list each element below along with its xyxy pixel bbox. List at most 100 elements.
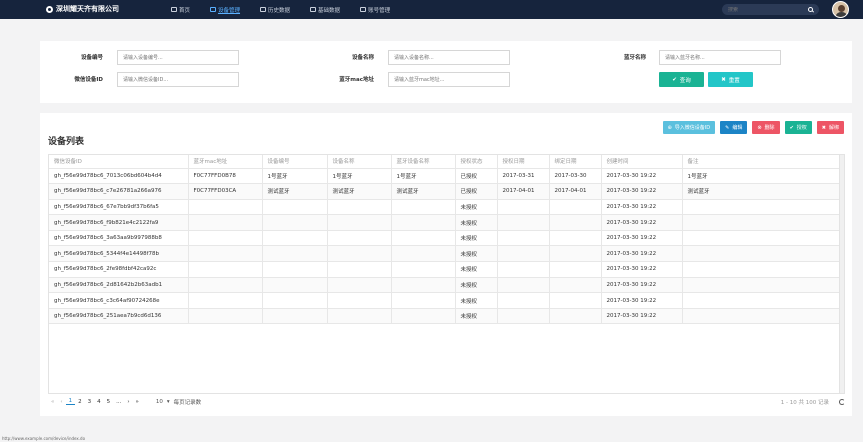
table-row[interactable]: gh_f56e99d78bc6_251aea7b9cd6d136 未授权 2017-… bbox=[49, 308, 843, 325]
table-cell bbox=[391, 214, 456, 231]
authorize-button[interactable]: ✔ 授权 bbox=[784, 121, 812, 134]
close-icon: ✖ bbox=[721, 76, 726, 83]
column-header[interactable]: 微信设备ID bbox=[49, 155, 189, 169]
table-cell: 2017-03-30 19:22 bbox=[601, 261, 683, 278]
reset-button[interactable]: ✖ 重置 bbox=[708, 72, 753, 87]
device-no-label: 设备编号 bbox=[80, 55, 103, 61]
table-row[interactable]: gh_f56e99d78bc6_2d81642b2b63adb1 未授权 2017-… bbox=[49, 277, 843, 294]
delete-button[interactable]: ⊗ 删除 bbox=[752, 121, 780, 134]
page-2[interactable]: 2 bbox=[75, 399, 85, 405]
status-bar-url: http://www.example.com/device/index.do bbox=[0, 436, 140, 442]
table-cell: gh_f56e99d78bc6_c3c64af90724268e bbox=[49, 292, 189, 309]
query-button[interactable]: ✔ 查询 bbox=[659, 72, 704, 87]
device-no-input[interactable] bbox=[117, 50, 239, 65]
nav-item-device[interactable]: 设备管理 bbox=[200, 0, 250, 19]
table-cell bbox=[188, 230, 263, 247]
column-header[interactable]: 授权日期 bbox=[497, 155, 550, 169]
page-3[interactable]: 3 bbox=[85, 399, 95, 405]
page-size-select[interactable]: 10 ▾ 每页记录数 bbox=[156, 398, 201, 406]
table-cell bbox=[682, 214, 843, 231]
column-header[interactable]: 授权状态 bbox=[455, 155, 498, 169]
table-cell: 2017-03-31 bbox=[497, 168, 550, 185]
column-header[interactable]: 创建时间 bbox=[601, 155, 683, 169]
search-input[interactable] bbox=[728, 6, 798, 13]
table-cell: 未授权 bbox=[455, 214, 498, 231]
nav-item-basic-data[interactable]: 基础数据 bbox=[300, 0, 350, 19]
table-row[interactable]: gh_f56e99d78bc6_2fe98fdbf42ca92c 未授权 2017-… bbox=[49, 261, 843, 278]
column-header[interactable]: 绑定日期 bbox=[549, 155, 602, 169]
table-cell: gh_f56e99d78bc6_5344f4e14498f78b bbox=[49, 245, 189, 263]
table-cell bbox=[327, 214, 392, 231]
table-cell bbox=[262, 277, 328, 294]
table-cell: 未授权 bbox=[455, 199, 498, 216]
table-cell: 测试蓝牙 bbox=[262, 183, 328, 200]
table-cell bbox=[682, 199, 843, 216]
table-row[interactable]: gh_f56e99d78bc6_f9b821e4c2122fa9 未授权 2017-… bbox=[49, 214, 843, 231]
table-cell: 2017-03-30 19:22 bbox=[601, 168, 683, 185]
table-cell bbox=[262, 245, 328, 263]
table-cell: 测试蓝牙 bbox=[682, 183, 843, 200]
wx-device-input[interactable] bbox=[117, 72, 239, 87]
table-cell bbox=[391, 199, 456, 216]
unbind-button[interactable]: ✖ 解绑 bbox=[816, 121, 844, 134]
prev-page-button[interactable]: ‹ bbox=[57, 399, 65, 405]
column-header[interactable]: 蓝牙设备名称 bbox=[391, 155, 456, 169]
column-header[interactable]: 蓝牙mac地址 bbox=[188, 155, 263, 169]
page-size-label: 每页记录数 bbox=[173, 399, 202, 406]
table-cell bbox=[497, 277, 550, 294]
table-cell: 未授权 bbox=[455, 292, 498, 309]
delete-icon: ⊗ bbox=[757, 124, 762, 131]
page-4[interactable]: 4 bbox=[94, 399, 104, 405]
table-cell: 2017-04-01 bbox=[497, 183, 550, 200]
refresh-icon[interactable] bbox=[839, 398, 845, 405]
table-row[interactable]: gh_f56e99d78bc6_c3c64af90724268e 未授权 2017-… bbox=[49, 292, 843, 309]
list-icon bbox=[310, 7, 317, 12]
table-cell bbox=[327, 230, 392, 247]
nav-item-history[interactable]: 历史数据 bbox=[250, 0, 300, 19]
next-page-button[interactable]: › bbox=[124, 399, 132, 405]
column-header[interactable]: 备注 bbox=[682, 155, 843, 169]
nav-label: 账号管理 bbox=[368, 7, 391, 14]
table-row[interactable]: gh_f56e99d78bc6_c7e26781a266a976 F0C77FFD… bbox=[49, 183, 843, 200]
brand[interactable]: 深圳耀天齐有限公司 bbox=[46, 4, 119, 14]
search-icon[interactable] bbox=[808, 7, 813, 12]
table-cell: 1号蓝牙 bbox=[262, 168, 328, 185]
table-row[interactable]: gh_f56e99d78bc6_67e7bb9df37b6fa5 未授权 2017-… bbox=[49, 199, 843, 216]
last-page-button[interactable]: » bbox=[133, 399, 142, 405]
page-1[interactable]: 1 bbox=[65, 398, 76, 405]
unbind-label: 解绑 bbox=[828, 125, 839, 131]
column-header[interactable]: 设备编号 bbox=[262, 155, 328, 169]
vertical-scrollbar[interactable] bbox=[839, 155, 844, 393]
first-page-button[interactable]: « bbox=[48, 399, 57, 405]
bt-mac-input[interactable] bbox=[388, 72, 510, 87]
table-cell: 1号蓝牙 bbox=[682, 168, 843, 185]
table-row[interactable]: gh_f56e99d78bc6_5344f4e14498f78b 未授权 2017-… bbox=[49, 245, 843, 263]
table-row[interactable]: gh_f56e99d78bc6_3a63aa9b997988b8 未授权 2017-… bbox=[49, 230, 843, 247]
table-cell bbox=[327, 245, 392, 263]
page-5[interactable]: 5 bbox=[104, 399, 114, 405]
table-cell: 测试蓝牙 bbox=[327, 183, 392, 200]
bt-name-input[interactable] bbox=[659, 50, 781, 65]
reset-label: 重置 bbox=[728, 77, 740, 84]
table-cell: 已授权 bbox=[455, 168, 498, 185]
device-name-input[interactable] bbox=[388, 50, 510, 65]
table-cell bbox=[549, 292, 602, 309]
nav-label: 历史数据 bbox=[268, 7, 291, 14]
table-cell bbox=[262, 308, 328, 325]
table-cell bbox=[391, 261, 456, 278]
table-cell bbox=[327, 308, 392, 325]
nav-item-home[interactable]: 首页 bbox=[161, 0, 200, 19]
edit-button[interactable]: ✎ 编辑 bbox=[720, 121, 748, 134]
table-cell bbox=[262, 261, 328, 278]
nav-item-account[interactable]: 账号管理 bbox=[350, 0, 400, 19]
table-cell bbox=[188, 292, 263, 309]
logo-icon bbox=[46, 5, 53, 13]
column-header[interactable]: 设备名称 bbox=[327, 155, 392, 169]
avatar[interactable] bbox=[832, 1, 849, 18]
table-cell: 未授权 bbox=[455, 261, 498, 278]
import-wx-id-button[interactable]: ⊕ 导入微信设备ID bbox=[662, 121, 716, 134]
table-row[interactable]: gh_f56e99d78bc6_7013c06bd604b4d4 F0C77FFD… bbox=[49, 168, 843, 185]
table-cell bbox=[682, 230, 843, 247]
page-title: 设备列表 bbox=[48, 137, 85, 147]
table-cell: gh_f56e99d78bc6_251aea7b9cd6d136 bbox=[49, 308, 189, 325]
